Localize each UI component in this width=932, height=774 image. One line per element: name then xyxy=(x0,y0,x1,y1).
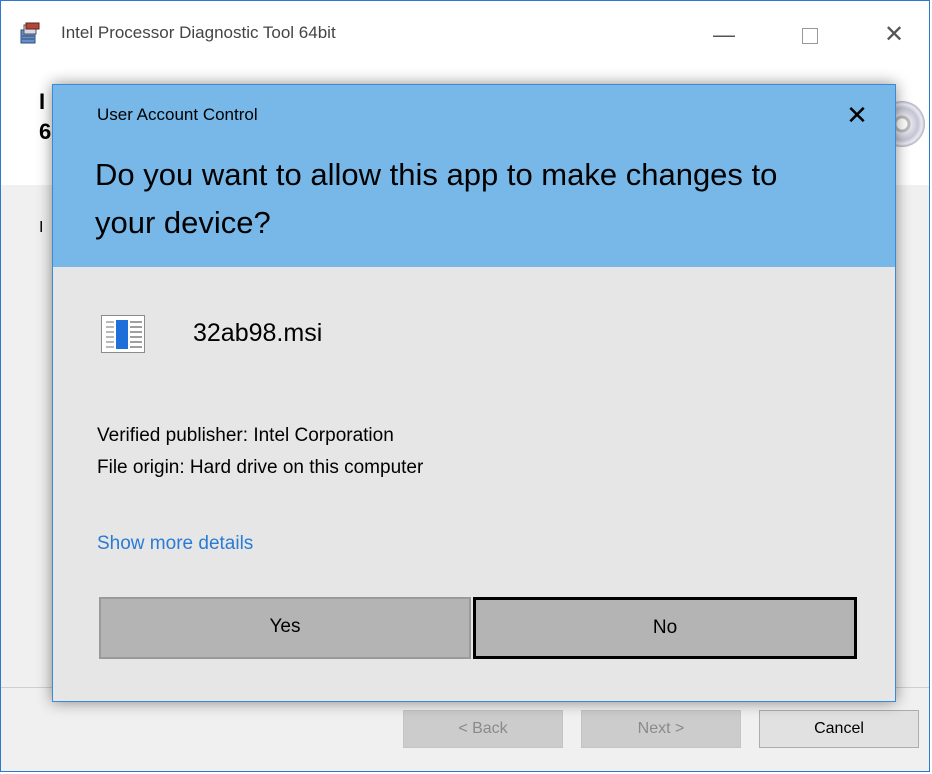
uac-header: User Account Control ✕ Do you want to al… xyxy=(53,85,895,267)
installer-header-line-1: I xyxy=(39,89,46,114)
uac-title: User Account Control xyxy=(97,105,258,124)
installer-header-line-2: 6 xyxy=(39,119,52,144)
installer-titlebar: Intel Processor Diagnostic Tool 64bit — … xyxy=(1,1,929,67)
close-button[interactable]: ✕ xyxy=(871,15,917,55)
file-origin: File origin: Hard drive on this computer xyxy=(97,457,424,478)
maximize-button[interactable] xyxy=(787,15,833,55)
uac-dialog: User Account Control ✕ Do you want to al… xyxy=(52,84,896,702)
back-button[interactable]: < Back xyxy=(403,710,563,748)
cancel-button[interactable]: Cancel xyxy=(759,710,919,748)
uac-close-button[interactable]: ✕ xyxy=(839,97,875,133)
installer-body-text: I xyxy=(39,219,44,236)
app-file-name: 32ab98.msi xyxy=(193,319,323,347)
no-button[interactable]: No xyxy=(473,597,857,659)
minimize-button[interactable]: — xyxy=(701,15,747,55)
uac-question: Do you want to allow this app to make ch… xyxy=(95,157,778,240)
maximize-icon xyxy=(802,28,818,45)
show-more-details-link[interactable]: Show more details xyxy=(97,533,253,555)
verified-publisher: Verified publisher: Intel Corporation xyxy=(97,425,394,446)
installer-title: Intel Processor Diagnostic Tool 64bit xyxy=(61,23,336,42)
installer-app-icon xyxy=(19,21,43,45)
installer-header-title: I 6 xyxy=(39,87,51,147)
installer-file-icon xyxy=(101,315,145,353)
next-button[interactable]: Next > xyxy=(581,710,741,748)
yes-button[interactable]: Yes xyxy=(99,597,471,659)
